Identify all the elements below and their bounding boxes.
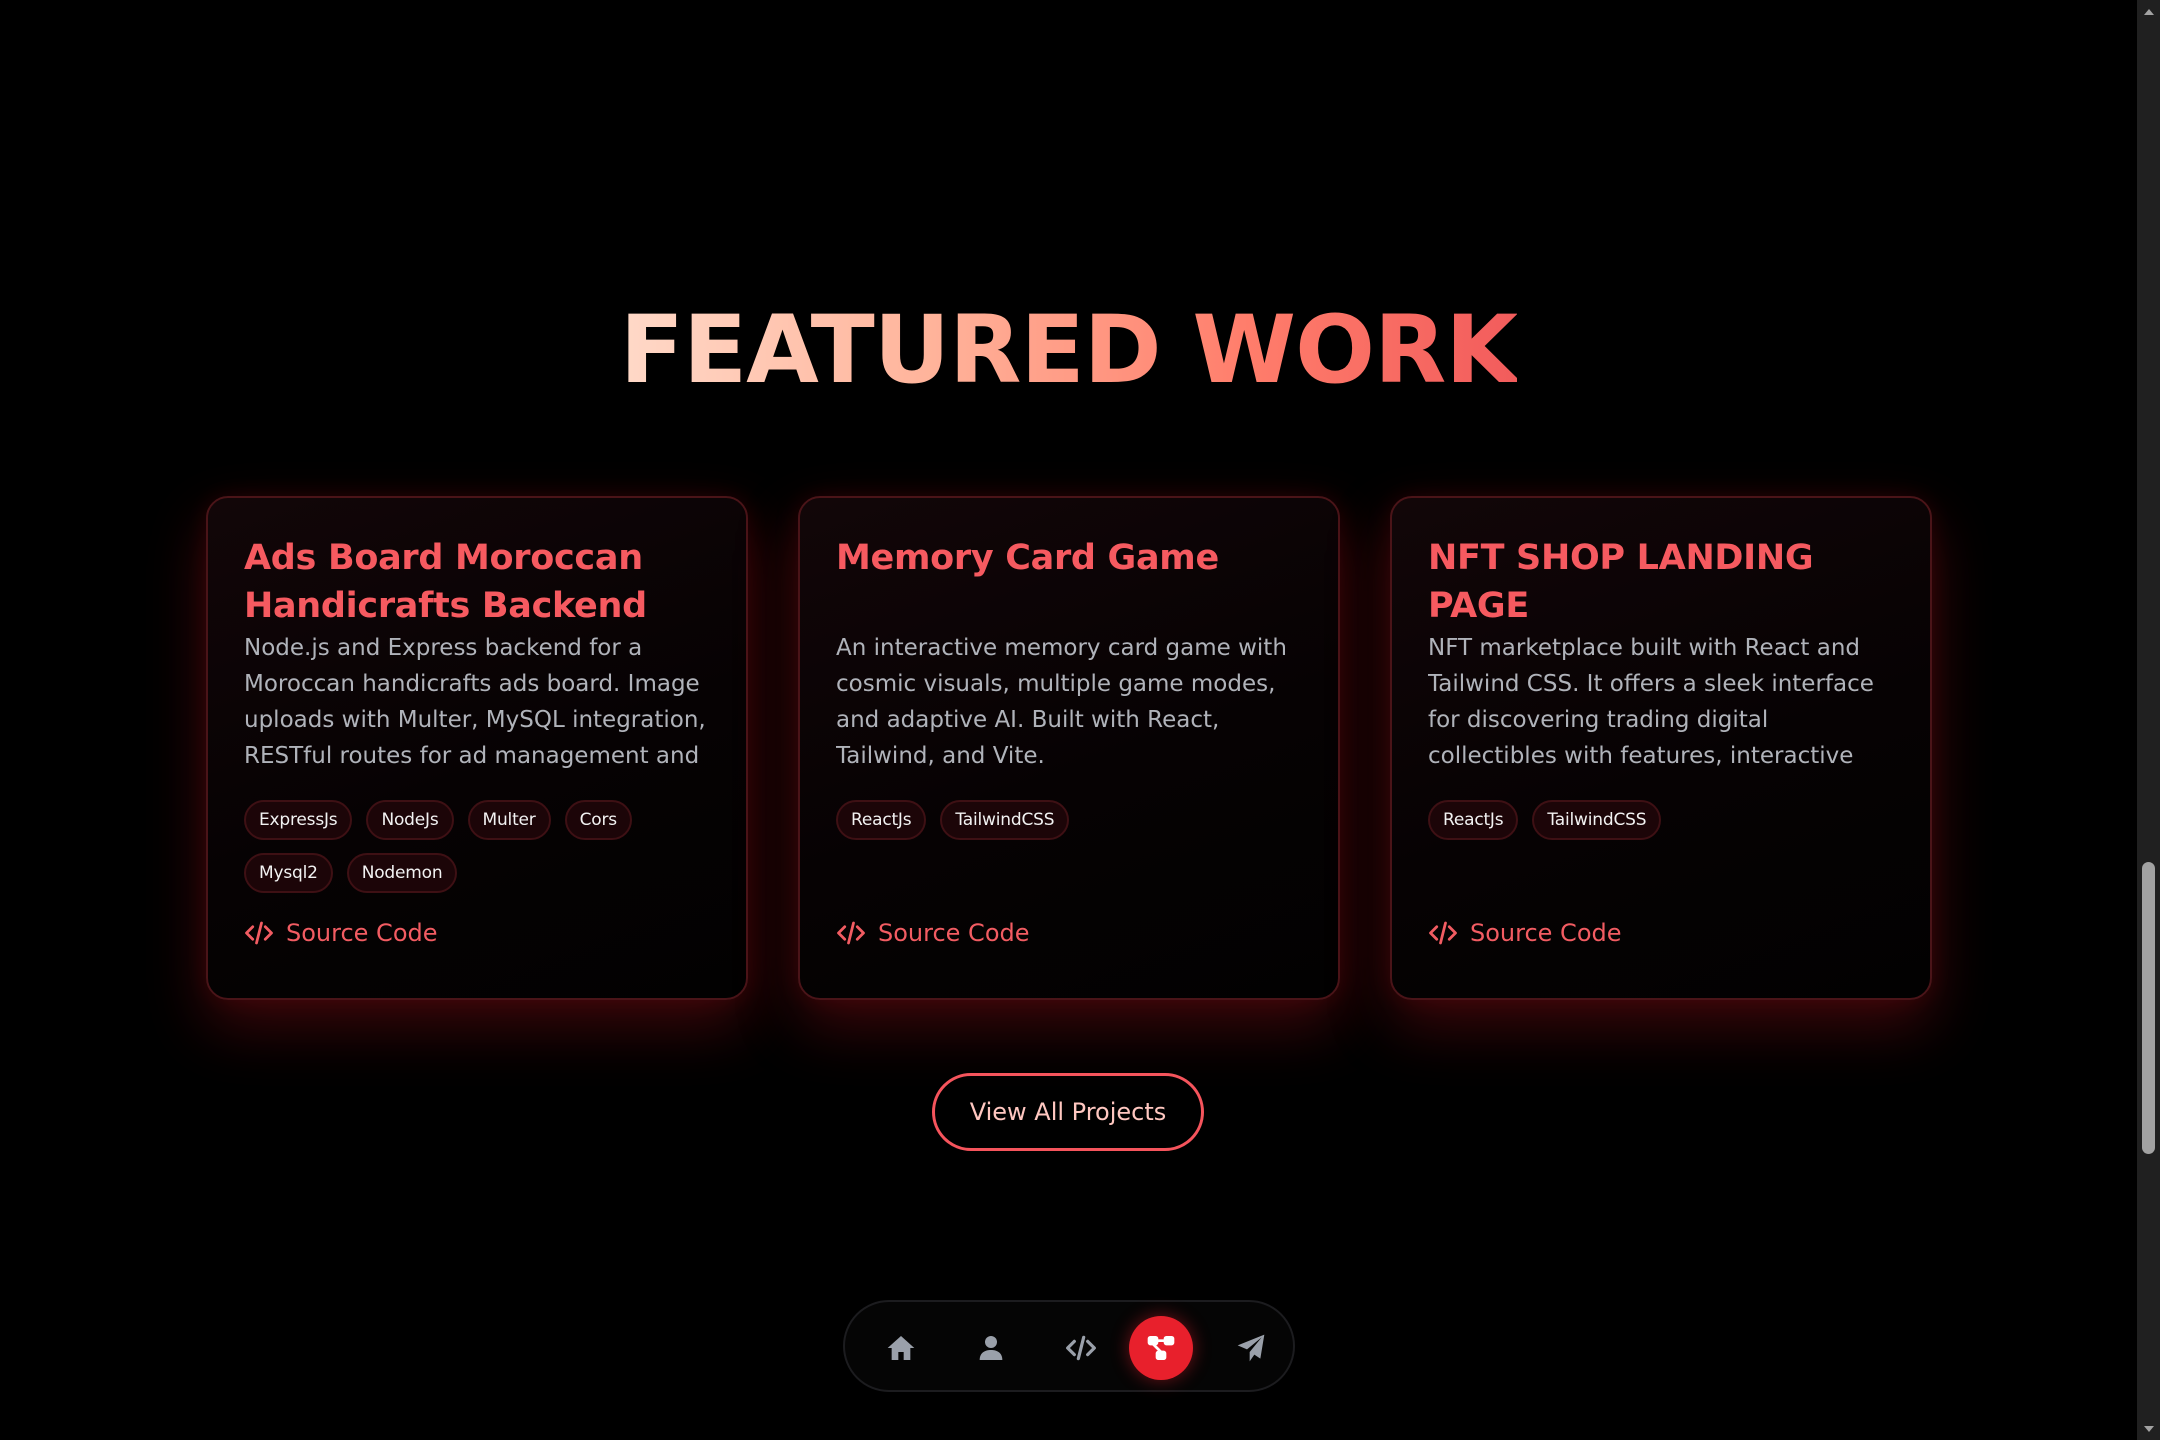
project-description: An interactive memory card game with cos… (836, 635, 1287, 769)
user-icon (979, 1336, 1003, 1360)
project-description: Node.js and Express backend for a Morocc… (244, 635, 706, 769)
tag: TailwindCSS (1532, 800, 1662, 840)
source-code-link[interactable]: Source Code (836, 918, 1030, 948)
project-card: NFT SHOP LANDING PAGE NFT marketplace bu… (1390, 496, 1932, 1000)
dock-nav (843, 1300, 1295, 1392)
tag: ReactJs (836, 800, 927, 840)
send-icon (1237, 1334, 1265, 1362)
nav-home[interactable] (869, 1316, 933, 1380)
projects-icon (1147, 1336, 1175, 1360)
source-code-label: Source Code (286, 919, 438, 947)
tag: Cors (564, 800, 632, 840)
tag: NodeJs (366, 800, 454, 840)
tag-list: ReactJs TailwindCSS (836, 800, 1306, 886)
code-icon (245, 921, 273, 945)
tag: ReactJs (1428, 800, 1519, 840)
tag: Nodemon (346, 853, 458, 893)
scrollbar-thumb[interactable] (2142, 862, 2155, 1154)
tag-list: ExpressJs NodeJs Multer Cors Mysql2 Node… (244, 800, 714, 893)
project-title: Ads Board Moroccan Handicrafts Backend (244, 538, 647, 626)
view-all-projects-button[interactable]: View All Projects (932, 1073, 1204, 1151)
code-icon (1066, 1335, 1096, 1361)
source-code-link[interactable]: Source Code (1428, 918, 1622, 948)
tag: Mysql2 (244, 853, 333, 893)
project-title: NFT SHOP LANDING PAGE (1428, 538, 1814, 626)
page-scrollbar[interactable] (2137, 0, 2160, 1440)
code-icon (1429, 921, 1457, 945)
section-title: FEATURED WORK (619, 296, 1518, 405)
nav-contact[interactable] (1219, 1316, 1283, 1380)
project-description: NFT marketplace built with React and Tai… (1428, 635, 1874, 769)
source-code-label: Source Code (1470, 919, 1622, 947)
project-card: Ads Board Moroccan Handicrafts Backend N… (206, 496, 748, 1000)
source-code-label: Source Code (878, 919, 1030, 947)
tag: ExpressJs (244, 800, 353, 840)
home-icon (887, 1336, 915, 1360)
scroll-up-arrow-icon[interactable] (2137, 0, 2160, 23)
scroll-down-arrow-icon[interactable] (2137, 1417, 2160, 1440)
tag-list: ReactJs TailwindCSS (1428, 800, 1898, 886)
tag: Multer (467, 800, 551, 840)
source-code-link[interactable]: Source Code (244, 918, 438, 948)
tag: TailwindCSS (940, 800, 1070, 840)
code-icon (837, 921, 865, 945)
project-card: Memory Card Game An interactive memory c… (798, 496, 1340, 1000)
portfolio-section: FEATURED WORK Ads Board Moroccan Handicr… (0, 0, 2137, 1440)
nav-skills[interactable] (1049, 1316, 1113, 1380)
nav-projects[interactable] (1129, 1316, 1193, 1380)
project-title: Memory Card Game (836, 538, 1219, 578)
nav-about[interactable] (959, 1316, 1023, 1380)
